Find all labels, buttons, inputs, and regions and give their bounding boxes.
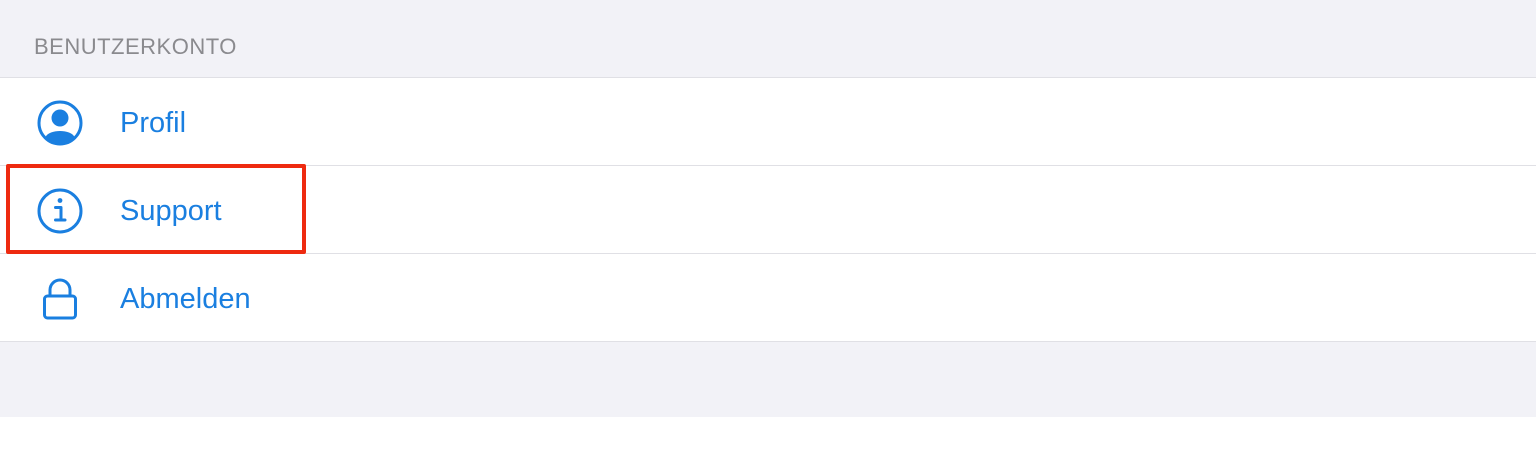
list-item-label: Support — [120, 195, 222, 227]
settings-page: BENUTZERKONTO Profil Support Abmelden — [0, 0, 1536, 458]
list-item-profil[interactable]: Profil — [0, 78, 1536, 166]
person-circle-icon — [37, 100, 83, 146]
list-item-abmelden[interactable]: Abmelden — [0, 254, 1536, 342]
list-item-support[interactable]: Support — [0, 166, 1536, 254]
section-title: BENUTZERKONTO — [34, 34, 237, 59]
list-item-label: Abmelden — [120, 283, 251, 315]
info-circle-icon — [37, 188, 83, 234]
lock-icon — [43, 278, 77, 320]
section-header: BENUTZERKONTO — [0, 0, 1536, 78]
footer-background — [0, 342, 1536, 417]
account-list: Profil Support Abmelden — [0, 78, 1536, 342]
list-item-label: Profil — [120, 107, 187, 139]
